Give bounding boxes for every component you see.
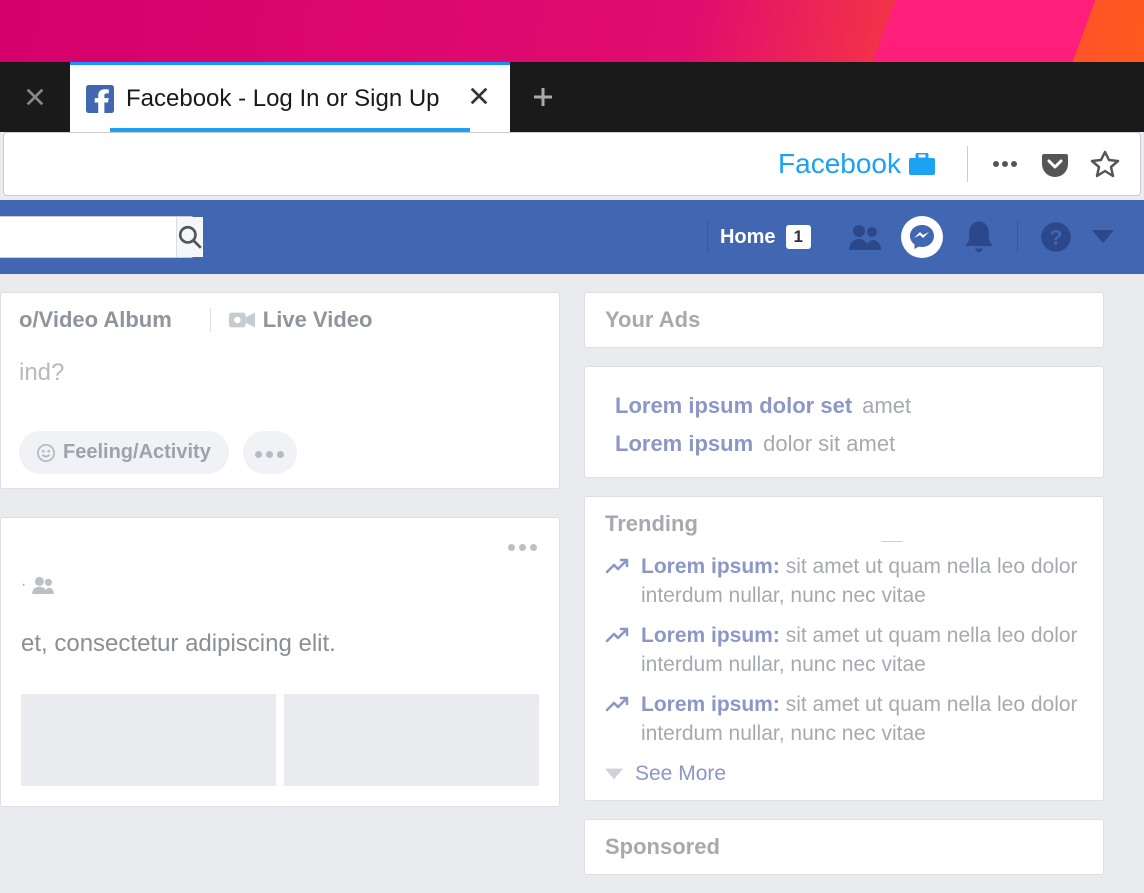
- composer-more-chip[interactable]: [243, 431, 297, 474]
- browser-tab-strip: Facebook - Log In or Sign Up: [0, 62, 1144, 132]
- smiley-icon: [37, 444, 55, 462]
- help-button[interactable]: ?: [1040, 221, 1072, 253]
- tab-loading-bar: [110, 128, 470, 132]
- previous-tab-close[interactable]: [0, 62, 70, 132]
- your-ads-card: Your Ads: [584, 292, 1104, 348]
- notifications-button[interactable]: [963, 221, 995, 253]
- ad-item[interactable]: Lorem ipsum dolor sit amet: [615, 431, 1073, 457]
- search-icon: [177, 224, 203, 250]
- trending-up-icon: [605, 695, 629, 713]
- close-icon: [24, 86, 46, 108]
- trending-card: Trending Lorem ipsum: sit amet ut quam n…: [584, 496, 1104, 801]
- audience-icon: [32, 576, 54, 594]
- pocket-icon: [1040, 149, 1070, 179]
- post-attachments: [21, 694, 539, 786]
- trending-item[interactable]: Lorem ipsum: sit amet ut quam nella leo …: [605, 621, 1083, 680]
- see-more-link[interactable]: See More: [605, 762, 1083, 786]
- tab-title: Facebook - Log In or Sign Up: [126, 85, 448, 113]
- close-icon: [468, 85, 490, 107]
- theme-banner: [0, 0, 1144, 62]
- meatballs-icon: [990, 149, 1020, 179]
- account-menu-button[interactable]: [1092, 221, 1114, 253]
- address-bar[interactable]: Facebook: [3, 132, 1141, 196]
- page-actions-button[interactable]: [990, 149, 1020, 179]
- pocket-button[interactable]: [1040, 149, 1070, 179]
- trending-item[interactable]: Lorem ipsum: sit amet ut quam nella leo …: [605, 690, 1083, 749]
- post-options-button[interactable]: [506, 538, 539, 556]
- caret-down-icon: [1092, 230, 1114, 243]
- ad-item[interactable]: Lorem ipsum dolor set amet: [615, 393, 1073, 419]
- meatballs-icon: [253, 441, 286, 464]
- feeling-activity-chip[interactable]: Feeling/Activity: [19, 431, 229, 474]
- sponsored-card: Sponsored: [584, 819, 1104, 875]
- bell-icon: [963, 219, 995, 256]
- header-separator: [707, 221, 708, 253]
- trending-item[interactable]: Lorem ipsum: sit amet ut quam nella leo …: [605, 552, 1083, 611]
- messenger-icon: [909, 224, 935, 250]
- site-identity-label: Facebook: [778, 148, 901, 180]
- facebook-header: Home 1 ?: [0, 200, 1144, 274]
- image-placeholder[interactable]: [284, 694, 539, 786]
- card-title: Your Ads: [605, 307, 1083, 333]
- facebook-favicon-icon: [86, 85, 114, 113]
- help-icon: ?: [1040, 221, 1072, 253]
- active-browser-tab[interactable]: Facebook - Log In or Sign Up: [70, 62, 510, 132]
- toolbar-separator: [967, 146, 968, 182]
- search-input[interactable]: [0, 217, 176, 257]
- star-icon: [1090, 149, 1120, 179]
- composer-prompt[interactable]: ind?: [19, 359, 541, 387]
- header-separator: [1017, 221, 1018, 253]
- card-title: Trending: [605, 511, 1083, 537]
- trending-up-icon: [605, 626, 629, 644]
- feed-post: · et, consectetur adipiscing elit.: [0, 517, 560, 807]
- plus-icon: [531, 85, 555, 109]
- messenger-button[interactable]: [901, 216, 943, 258]
- card-title: Sponsored: [605, 834, 1083, 860]
- trending-up-icon: [605, 557, 629, 575]
- video-camera-icon: [229, 310, 255, 330]
- composer-photo-album[interactable]: o/Video Album: [19, 307, 172, 333]
- home-link[interactable]: Home: [720, 226, 776, 249]
- search-button[interactable]: [176, 217, 203, 257]
- caret-down-icon: [605, 768, 623, 780]
- friends-icon: [849, 224, 881, 250]
- image-placeholder[interactable]: [21, 694, 276, 786]
- ads-list-card: Lorem ipsum dolor set amet Lorem ipsum d…: [584, 366, 1104, 478]
- new-tab-button[interactable]: [518, 62, 568, 132]
- svg-text:?: ?: [1050, 226, 1063, 249]
- tab-close-button[interactable]: [468, 85, 490, 112]
- home-badge: 1: [786, 225, 811, 249]
- friend-requests-button[interactable]: [849, 221, 881, 253]
- bookmark-star-button[interactable]: [1090, 149, 1120, 179]
- post-text: et, consectetur adipiscing elit.: [21, 630, 539, 658]
- composer-live-video[interactable]: Live Video: [229, 307, 373, 333]
- post-composer: o/Video Album Live Video ind? Feeling/Ac…: [0, 292, 560, 489]
- facebook-search: [0, 216, 193, 258]
- container-icon: [909, 153, 935, 175]
